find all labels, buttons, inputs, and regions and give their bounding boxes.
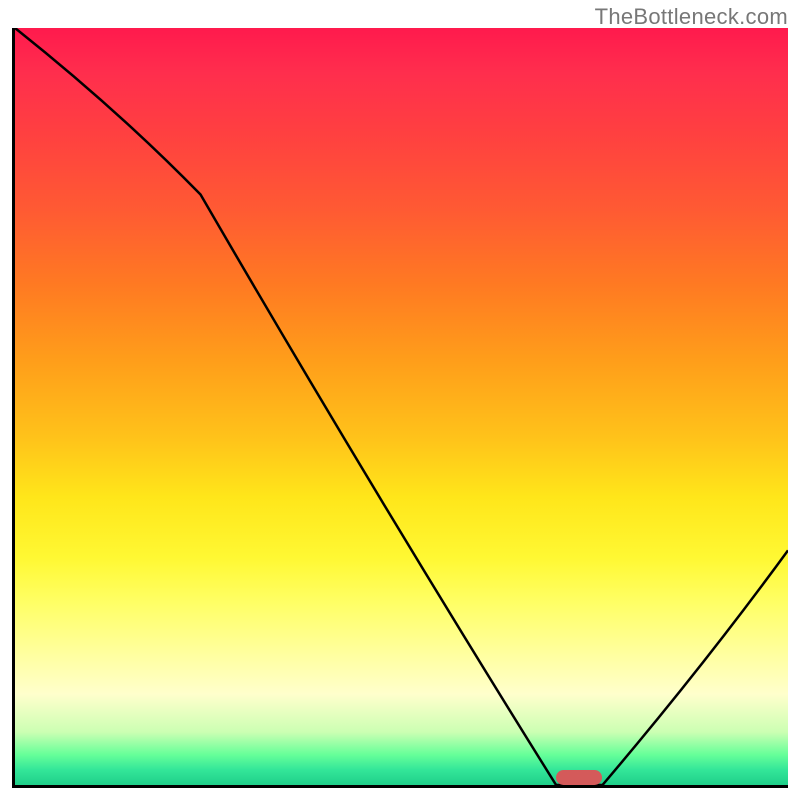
optimal-marker: [556, 770, 602, 785]
bottleneck-curve: [15, 28, 788, 785]
watermark-text: TheBottleneck.com: [595, 4, 788, 30]
plot-area: [12, 28, 788, 788]
